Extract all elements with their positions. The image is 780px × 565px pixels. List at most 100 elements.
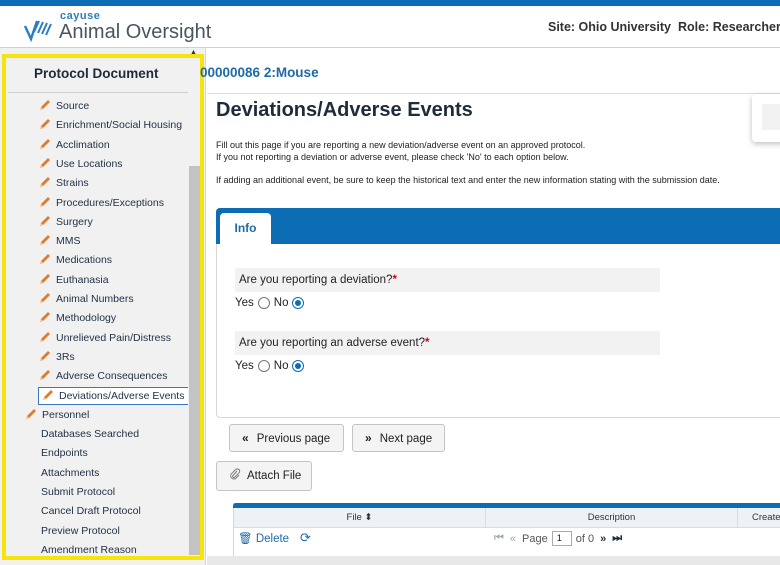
sidebar-item-enrichment-social-housing[interactable]: Enrichment/Social Housing [38,116,182,134]
sidebar-item-3rs[interactable]: 3Rs [38,348,75,366]
sidebar-item-attachments[interactable]: Attachments [41,464,99,482]
next-page-icon[interactable]: » [600,533,606,545]
required-marker: * [392,274,397,286]
sidebar-item-label: Personnel [42,408,90,421]
question-deviation-text: Are you reporting a deviation? [239,274,393,286]
sidebar-item-unrelieved-pain-distress[interactable]: Unrelieved Pain/Distress [38,329,171,347]
sidebar-item-label: Medications [56,254,113,267]
app-header: cayuse Animal Oversight Site: Ohio Unive… [0,6,780,48]
pencil-icon [40,312,50,323]
deviation-radio-group: Yes No [235,297,308,309]
tab-info[interactable]: Info [220,213,271,245]
pencil-icon [43,389,53,400]
sidebar-item-amendment-reason[interactable]: Amendment Reason [41,541,137,559]
sidebar-item-label: Use Locations [56,157,123,170]
column-file[interactable]: File ⬍ [234,508,486,528]
first-page-icon[interactable]: ⏮ [494,532,504,545]
sidebar-item-label: Methodology [56,312,117,325]
pencil-icon [40,254,50,265]
delete-label: Delete [255,533,290,545]
sidebar-item-procedures-exceptions[interactable]: Procedures/Exceptions [38,194,164,212]
sidebar-item-mms[interactable]: MMS [38,232,81,250]
question-adverse-event: Are you reporting an adverse event?* [235,331,660,355]
page-count: of 0 [575,532,595,545]
pencil-icon [40,157,50,168]
trash-icon: 🗑 [238,533,253,545]
paperclip-icon [230,468,241,480]
pencil-icon [40,215,50,226]
adverse-no-label: No [273,360,289,372]
sidebar-item-methodology[interactable]: Methodology [38,309,116,327]
sidebar-item-use-locations[interactable]: Use Locations [38,155,123,173]
sidebar-item-adverse-consequences[interactable]: Adverse Consequences [38,367,168,385]
pager: ⏮ « Page 1 of 0 » ⏭ [494,531,622,546]
deviation-no-radio[interactable] [292,297,305,309]
intro-line-3: If adding an additional event, be sure t… [216,175,720,185]
sidebar-item-strains[interactable]: Strains [38,174,89,192]
sidebar-item-label: MMS [56,235,81,248]
previous-page-label: Previous page [256,433,331,445]
sidebar-item-personnel[interactable]: Personnel [24,406,89,424]
last-page-icon[interactable]: ⏭ [612,532,622,545]
sidebar-item-surgery[interactable]: Surgery [38,213,93,231]
delete-button[interactable]: 🗑 Delete [238,531,289,545]
cayuse-logo-icon [23,20,52,43]
sidebar-item-medications[interactable]: Medications [38,251,112,269]
protocol-id[interactable]: 00000086 2:Mouse [200,65,319,80]
adverse-yes-radio[interactable] [257,360,270,372]
pencil-icon [40,293,50,303]
sidebar-item-databases-searched[interactable]: Databases Searched [41,425,139,443]
sidebar-item-animal-numbers[interactable]: Animal Numbers [38,290,134,308]
sidebar-item-deviations-adverse-events[interactable]: Deviations/Adverse Events [38,386,190,405]
next-page-label: Next page [379,433,433,445]
next-page-button[interactable]: » Next page [352,424,445,452]
adverse-no-radio[interactable] [292,360,305,372]
deviation-yes-radio[interactable] [257,297,270,309]
attach-file-button[interactable]: Attach File [216,461,312,491]
info-panel-header [216,208,780,244]
column-created[interactable]: Created [738,508,780,528]
previous-page-button[interactable]: « Previous page [229,424,344,452]
pencil-icon [40,350,50,361]
prev-page-icon[interactable]: « [510,533,516,545]
column-file-label: File [346,512,362,523]
sidebar-item-preview-protocol[interactable]: Preview Protocol [41,522,120,540]
sidebar-item-label: Attachments [41,466,100,479]
sidebar-item-cancel-draft-protocol[interactable]: Cancel Draft Protocol [41,502,141,520]
grid-footer: 🗑 Delete ⟳ ⏮ « Page 1 of 0 » ⏭ [234,528,780,550]
sidebar-item-endpoints[interactable]: Endpoints [41,444,88,462]
deviation-yes-label: Yes [235,297,254,309]
sidebar-item-label: Deviations/Adverse Events [59,389,185,402]
double-chevron-left-icon: « [242,431,249,445]
sidebar-item-source[interactable]: Source [38,97,89,115]
pencil-icon [40,138,50,149]
sidebar-item-acclimation[interactable]: Acclimation [38,136,110,154]
page-title: Deviations/Adverse Events [216,99,473,121]
page-input[interactable]: 1 [551,531,572,546]
refresh-icon[interactable]: ⟳ [300,530,311,546]
intro-line-2: If you not reporting a deviation or adve… [216,151,569,162]
sidebar-item-label: Cancel Draft Protocol [41,505,141,518]
sidebar-item-euthanasia[interactable]: Euthanasia [38,271,109,289]
sidebar-item-label: Amendment Reason [41,543,137,556]
pencil-icon [40,331,50,342]
sidebar-item-label: Acclimation [56,138,110,151]
horizontal-scrollbar[interactable] [207,556,780,565]
required-marker: * [425,337,430,349]
sidebar-item-label: Enrichment/Social Housing [56,119,183,132]
pencil-icon [40,100,50,110]
column-created-label: Created [752,512,780,523]
column-description[interactable]: Description [486,508,738,528]
sidebar-item-submit-protocol[interactable]: Submit Protocol [41,483,115,501]
adverse-radio-group: Yes No [235,360,308,372]
scroll-up-icon[interactable]: ▲ [190,49,197,56]
site-label: Site: Ohio University [548,20,671,34]
floating-card [752,94,780,142]
sidebar-item-label: Euthanasia [56,273,109,286]
sidebar-scroll-thumb[interactable] [189,166,200,555]
double-chevron-right-icon: » [365,431,372,445]
sidebar-item-label: Procedures/Exceptions [56,196,164,209]
attach-file-label: Attach File [247,470,302,482]
sidebar-item-label: Endpoints [41,447,88,460]
pencil-icon [26,408,36,419]
